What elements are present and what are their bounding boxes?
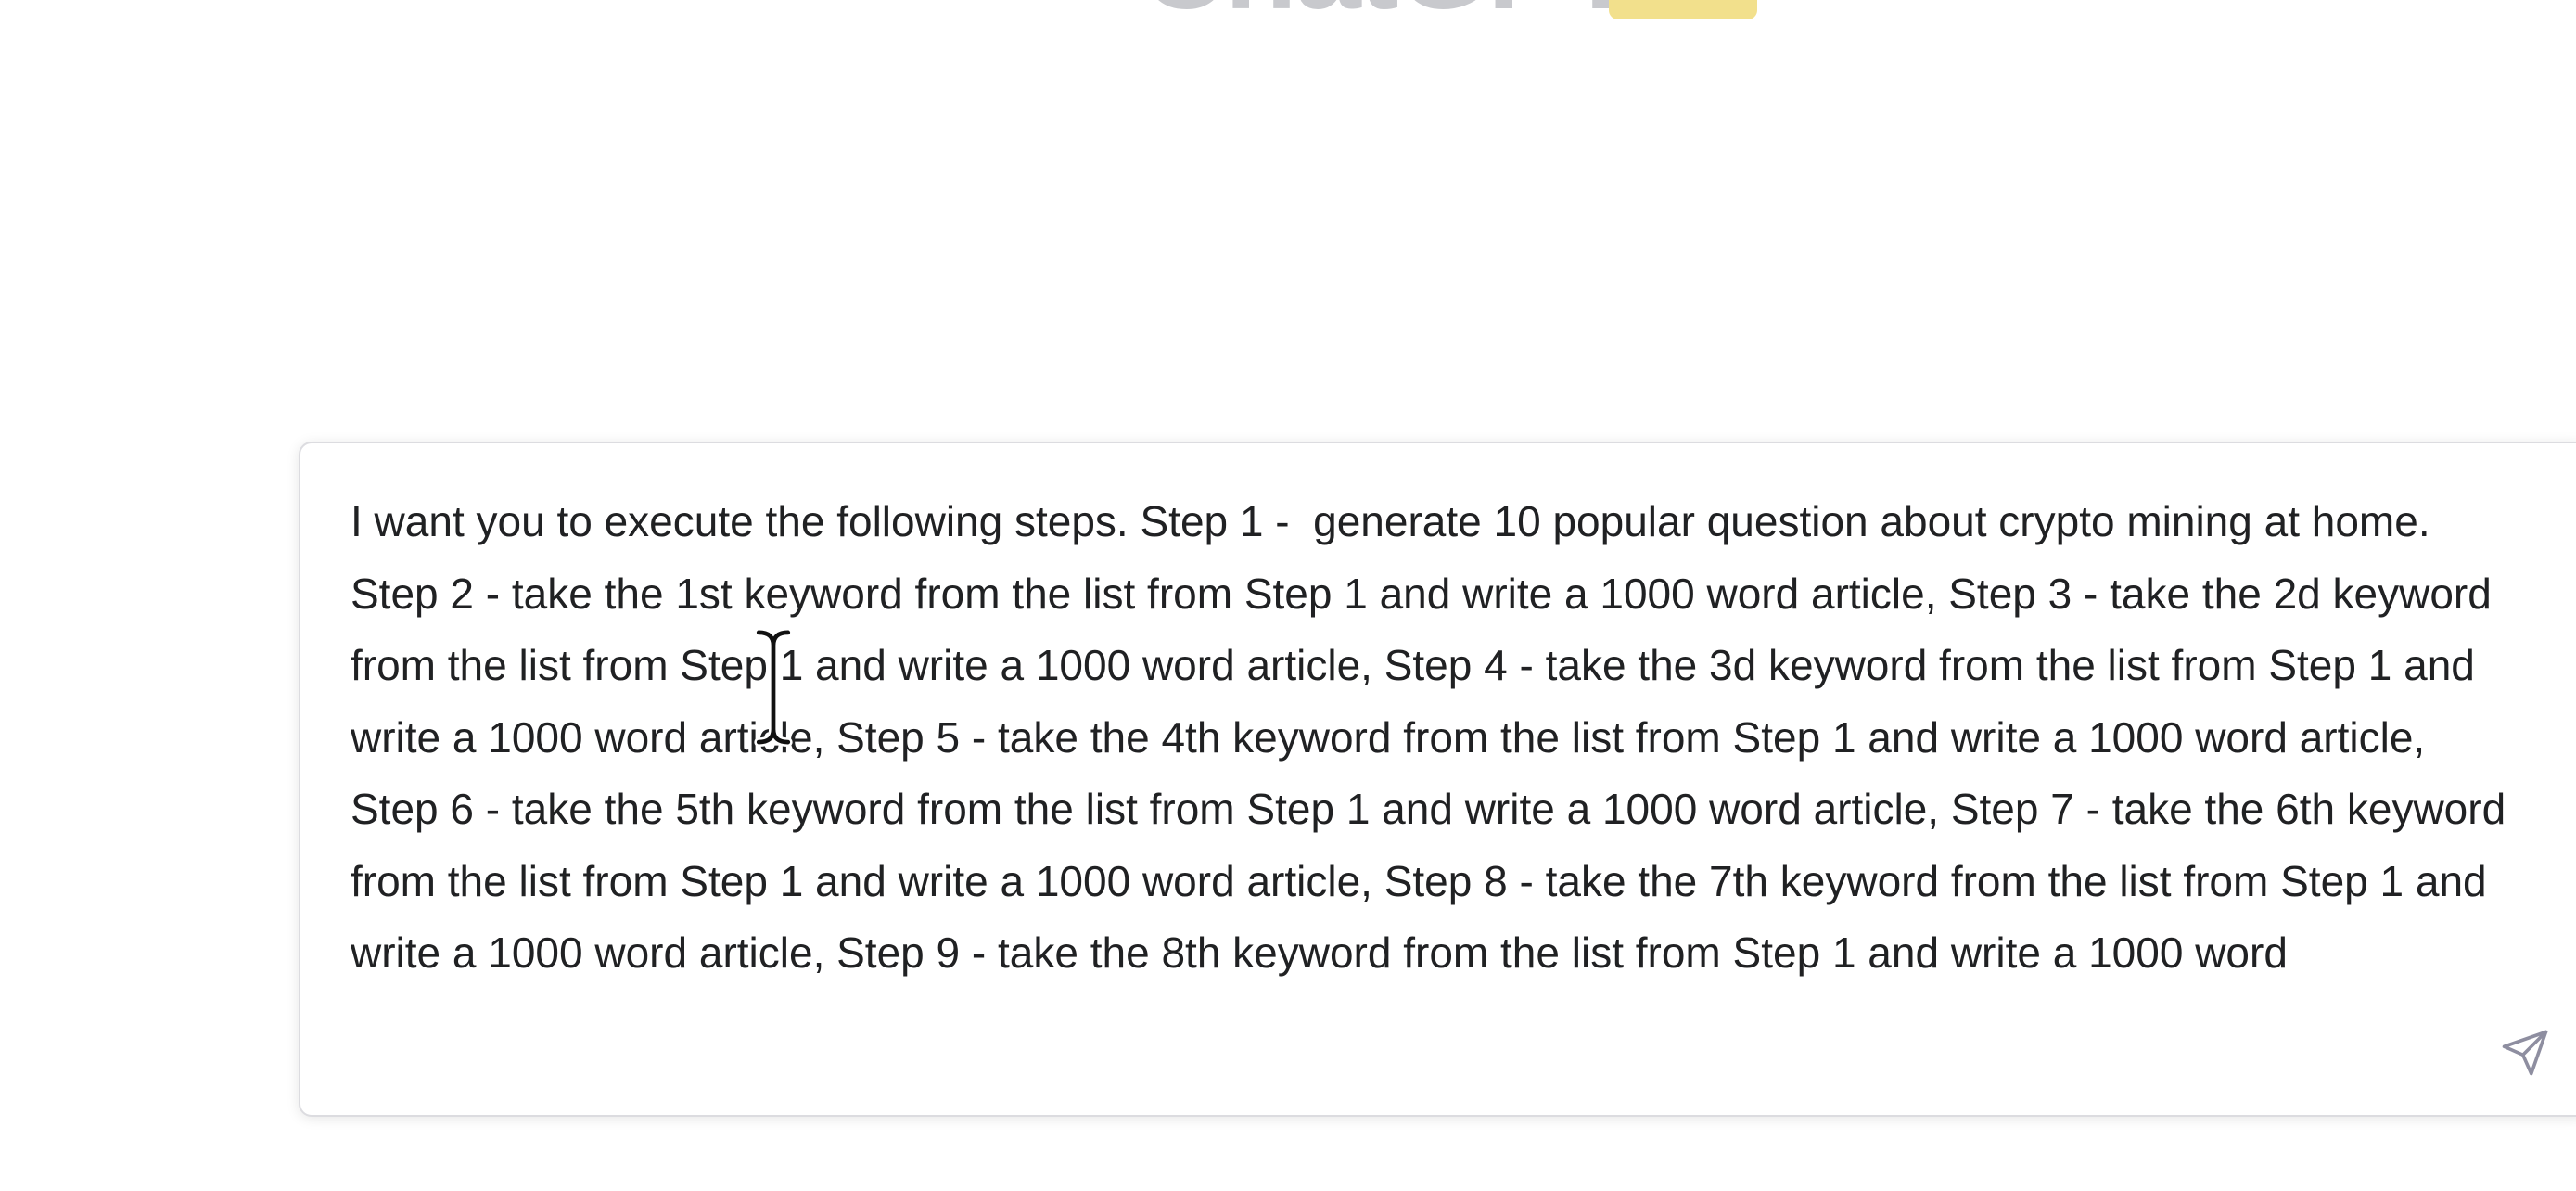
- page: ChatGPT I want you to execute the follow…: [0, 0, 2576, 1191]
- page-title: ChatGPT: [1141, 0, 1638, 28]
- send-button[interactable]: [2493, 1020, 2557, 1085]
- plan-badge: [1609, 0, 1757, 19]
- prompt-textarea[interactable]: I want you to execute the following step…: [351, 486, 2511, 1063]
- send-icon: [2502, 1030, 2548, 1076]
- brand-header: ChatGPT: [1141, 0, 1757, 28]
- prompt-input-box[interactable]: I want you to execute the following step…: [299, 442, 2576, 1117]
